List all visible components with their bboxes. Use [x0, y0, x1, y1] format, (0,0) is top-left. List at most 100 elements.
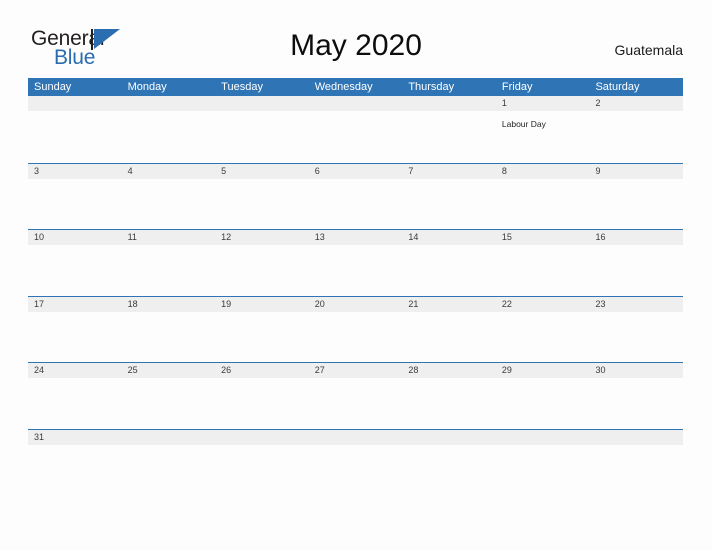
- week-date-band: 10 11 12 13 14 15 16: [28, 230, 683, 245]
- week-event-band: [28, 245, 683, 296]
- day-cell-date[interactable]: 10: [28, 230, 122, 245]
- day-cell-date[interactable]: 20: [309, 297, 403, 312]
- day-cell-date[interactable]: [589, 430, 683, 445]
- week-row: 17 18 19 20 21 22 23: [28, 295, 683, 363]
- day-cell-date[interactable]: 16: [589, 230, 683, 245]
- day-cell-date[interactable]: [309, 96, 403, 111]
- page-title: May 2020: [290, 29, 422, 62]
- week-row: 24 25 26 27 28 29 30: [28, 362, 683, 429]
- day-cell-events[interactable]: [122, 312, 216, 363]
- day-cell-date[interactable]: [28, 96, 122, 111]
- day-cell-events[interactable]: [309, 378, 403, 429]
- day-cell-date[interactable]: 17: [28, 297, 122, 312]
- day-cell-date[interactable]: [309, 430, 403, 445]
- day-cell-events[interactable]: Labour Day: [496, 111, 590, 162]
- day-cell-events[interactable]: [496, 445, 590, 461]
- day-cell-date[interactable]: 5: [215, 164, 309, 179]
- day-cell-events[interactable]: [122, 179, 216, 230]
- day-cell-events[interactable]: [589, 179, 683, 230]
- weekday-saturday: Saturday: [595, 81, 640, 93]
- day-cell-events[interactable]: [309, 312, 403, 363]
- day-cell-events[interactable]: [589, 312, 683, 363]
- calendar-location: Guatemala: [614, 42, 683, 58]
- day-cell-date[interactable]: [122, 96, 216, 111]
- calendar-grid: Sunday Monday Tuesday Wednesday Thursday…: [28, 78, 683, 460]
- day-cell-events[interactable]: [402, 245, 496, 296]
- week-row: 1 2 Labour Day: [28, 96, 683, 163]
- day-cell-events[interactable]: [215, 111, 309, 162]
- day-cell-date[interactable]: 13: [309, 230, 403, 245]
- day-cell-events[interactable]: [496, 312, 590, 363]
- day-cell-events[interactable]: [402, 179, 496, 230]
- day-cell-date[interactable]: 26: [215, 363, 309, 378]
- day-cell-date[interactable]: 11: [122, 230, 216, 245]
- day-cell-events[interactable]: [496, 245, 590, 296]
- day-cell-events[interactable]: [122, 245, 216, 296]
- day-cell-events[interactable]: [122, 111, 216, 162]
- day-cell-date[interactable]: 2: [589, 96, 683, 111]
- day-cell-events[interactable]: [122, 378, 216, 429]
- day-cell-date[interactable]: 7: [402, 164, 496, 179]
- week-row: 31: [28, 428, 683, 461]
- day-cell-events[interactable]: [215, 445, 309, 461]
- day-cell-events[interactable]: [28, 312, 122, 363]
- day-cell-date[interactable]: 8: [496, 164, 590, 179]
- day-cell-events[interactable]: [402, 445, 496, 461]
- day-cell-date[interactable]: [402, 96, 496, 111]
- day-cell-date[interactable]: 9: [589, 164, 683, 179]
- day-cell-events[interactable]: [28, 245, 122, 296]
- day-cell-events[interactable]: [589, 245, 683, 296]
- page-header: General Blue May 2020 Guatemala: [0, 0, 712, 74]
- day-cell-date[interactable]: 18: [122, 297, 216, 312]
- day-cell-events[interactable]: [402, 312, 496, 363]
- day-cell-date[interactable]: [215, 430, 309, 445]
- day-cell-date[interactable]: 25: [122, 363, 216, 378]
- day-cell-date[interactable]: 21: [402, 297, 496, 312]
- day-cell-events[interactable]: [589, 111, 683, 162]
- day-cell-events[interactable]: [309, 445, 403, 461]
- day-cell-events[interactable]: [309, 179, 403, 230]
- day-cell-date[interactable]: 14: [402, 230, 496, 245]
- day-cell-date[interactable]: 30: [589, 363, 683, 378]
- day-cell-events[interactable]: [215, 312, 309, 363]
- day-cell-events[interactable]: [402, 111, 496, 162]
- day-cell-date[interactable]: 12: [215, 230, 309, 245]
- day-cell-date[interactable]: 6: [309, 164, 403, 179]
- day-cell-events[interactable]: [215, 245, 309, 296]
- day-cell-date[interactable]: [215, 96, 309, 111]
- day-cell-events[interactable]: [28, 445, 122, 461]
- day-cell-date[interactable]: 19: [215, 297, 309, 312]
- day-cell-date[interactable]: 31: [28, 430, 122, 445]
- day-cell-events[interactable]: [309, 245, 403, 296]
- day-cell-date[interactable]: 28: [402, 363, 496, 378]
- day-cell-date[interactable]: [496, 430, 590, 445]
- day-cell-date[interactable]: 27: [309, 363, 403, 378]
- day-cell-date[interactable]: [402, 430, 496, 445]
- day-cell-date[interactable]: [122, 430, 216, 445]
- day-cell-events[interactable]: [28, 111, 122, 162]
- day-cell-date[interactable]: 29: [496, 363, 590, 378]
- day-cell-date[interactable]: 3: [28, 164, 122, 179]
- day-cell-events[interactable]: [496, 179, 590, 230]
- week-date-band: 3 4 5 6 7 8 9: [28, 163, 683, 179]
- day-cell-events[interactable]: [28, 179, 122, 230]
- day-cell-events[interactable]: [589, 378, 683, 429]
- day-cell-events[interactable]: [215, 179, 309, 230]
- day-cell-events[interactable]: [215, 378, 309, 429]
- weekday-header-row: Sunday Monday Tuesday Wednesday Thursday…: [28, 78, 683, 96]
- day-cell-date[interactable]: 4: [122, 164, 216, 179]
- day-cell-date[interactable]: 23: [589, 297, 683, 312]
- day-cell-date[interactable]: 22: [496, 297, 590, 312]
- event-label: Labour Day: [501, 119, 546, 129]
- day-cell-events[interactable]: [122, 445, 216, 461]
- day-cell-date[interactable]: 15: [496, 230, 590, 245]
- day-cell-events[interactable]: [496, 378, 590, 429]
- day-cell-events[interactable]: [589, 445, 683, 461]
- week-date-band: 17 18 19 20 21 22 23: [28, 296, 683, 312]
- day-cell-events[interactable]: [28, 378, 122, 429]
- day-cell-events[interactable]: [309, 111, 403, 162]
- day-cell-date[interactable]: 1: [496, 96, 590, 111]
- calendar-page: General Blue May 2020 Guatemala Sunday M…: [0, 0, 712, 550]
- day-cell-events[interactable]: [402, 378, 496, 429]
- day-cell-date[interactable]: 24: [28, 363, 122, 378]
